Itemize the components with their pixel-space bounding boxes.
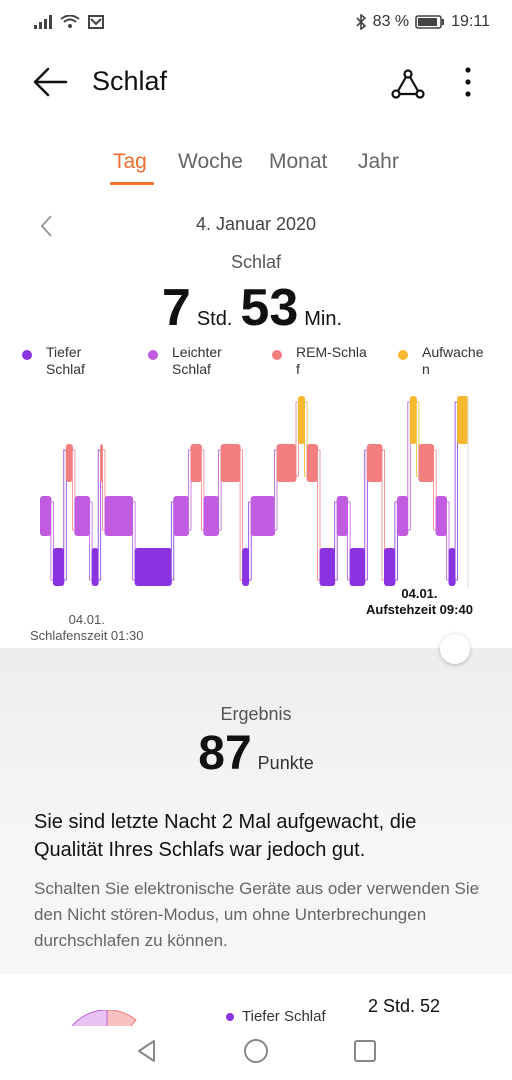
mail-icon xyxy=(88,15,104,29)
legend-label: Tiefer Schlaf xyxy=(46,344,85,377)
sleep-segment-0 xyxy=(40,496,52,536)
legend-item-tiefer-schlaf: Tiefer Schlaf xyxy=(22,344,85,378)
more-options-button[interactable] xyxy=(456,64,480,100)
battery-percent: 83 % xyxy=(372,13,410,30)
sleep-distribution-pie xyxy=(71,1010,137,1026)
tab-monat[interactable]: Monat xyxy=(269,150,327,174)
page-title: Schlaf xyxy=(92,66,168,96)
sleep-segment-25 xyxy=(435,496,447,536)
sleep-segment-15 xyxy=(298,396,306,444)
sleep-segment-11 xyxy=(220,444,241,482)
result-caption: Ergebnis xyxy=(220,704,292,724)
legend-dot xyxy=(22,350,32,360)
sleep-score: 87 Punkte xyxy=(0,726,512,781)
chart-end-date: 04.01. xyxy=(401,586,438,601)
sleep-segment-23 xyxy=(409,396,417,444)
sleep-segment-7 xyxy=(134,548,172,586)
recents-square-icon xyxy=(354,1040,376,1062)
sleep-segment-26 xyxy=(448,548,456,586)
sleep-caption: Schlaf xyxy=(230,252,282,272)
legend-label: Aufwache n xyxy=(422,344,484,377)
legend-dot xyxy=(226,1012,234,1021)
status-bar: 83 % 19:11 xyxy=(0,0,512,44)
sleep-breakdown-card: Tiefer Schlaf 2 Std. 52 xyxy=(0,986,512,1026)
score-value: 87 xyxy=(198,727,252,780)
date-navigator: 4. Januar 2020 xyxy=(0,208,512,242)
tab-woche[interactable]: Woche xyxy=(178,150,243,174)
sleep-segment-19 xyxy=(349,548,366,586)
sleep-segment-6 xyxy=(104,496,134,536)
back-arrow-icon xyxy=(33,67,68,97)
back-triangle-icon xyxy=(138,1040,155,1062)
chart-end-text: Aufstehzeit 09:40 xyxy=(366,602,473,617)
legend-item-aufwachen: Aufwache n xyxy=(398,344,483,378)
chart-start-date: 04.01. xyxy=(68,612,105,627)
signal-icon xyxy=(34,15,52,29)
sleep-stage-legend: Tiefer Schlaf Leichter Schlaf REM-Schla … xyxy=(0,344,512,384)
legend-dot xyxy=(272,350,282,360)
nav-recents-button[interactable] xyxy=(350,1036,380,1066)
sleep-segment-9 xyxy=(190,444,202,482)
tab-tag[interactable]: Tag xyxy=(113,150,147,174)
home-circle-icon xyxy=(244,1039,268,1063)
duration-hours-unit: Std. xyxy=(196,308,233,330)
sleep-segment-1 xyxy=(52,548,65,586)
bluetooth-icon xyxy=(356,14,366,30)
sleep-stage-chart xyxy=(40,396,469,588)
legend-dot xyxy=(398,350,408,360)
wifi-icon xyxy=(60,15,80,28)
sleep-segment-27 xyxy=(457,396,469,444)
sleep-segment-18 xyxy=(336,496,349,536)
result-summary: Sie sind letzte Nacht 2 Mal aufgewacht, … xyxy=(34,811,417,861)
back-button[interactable] xyxy=(30,66,70,98)
legend-item-rem-schlaf: REM-Schla f xyxy=(272,344,367,378)
sleep-segment-2 xyxy=(65,444,73,482)
sleep-segment-4 xyxy=(91,548,99,586)
breakdown-value: 2 Std. 52 xyxy=(368,996,441,1016)
breakdown-legend-label: Tiefer Schlaf xyxy=(242,1008,326,1025)
sleep-segment-16 xyxy=(306,444,318,482)
legend-label: REM-Schla f xyxy=(296,344,367,377)
sleep-segment-13 xyxy=(250,496,275,536)
result-advice: Schalten Sie elektronische Geräte aus od… xyxy=(34,879,480,950)
result-section: Ergebnis 87 Punkte Sie sind letzte Nacht … xyxy=(0,634,512,974)
share-button[interactable] xyxy=(390,66,426,102)
more-vertical-icon xyxy=(465,67,471,97)
date-label: 4. Januar 2020 xyxy=(195,214,317,234)
sleep-segment-20 xyxy=(366,444,383,482)
sleep-segment-14 xyxy=(276,444,297,482)
app-bar: Schlaf xyxy=(0,52,512,112)
section-wave-divider xyxy=(0,648,512,678)
sleep-segment-22 xyxy=(396,496,409,536)
share-icon xyxy=(391,69,425,99)
breakdown-legend-item: Tiefer Schlaf xyxy=(226,1008,326,1025)
sleep-duration: 7 Std. 53 Min. xyxy=(0,278,512,338)
duration-minutes: 53 xyxy=(240,279,299,337)
period-tabs: Tag Woche Monat Jahr xyxy=(0,140,512,190)
sleep-segment-12 xyxy=(242,548,250,586)
active-tab-indicator xyxy=(110,182,154,185)
duration-minutes-unit: Min. xyxy=(304,308,343,330)
chart-end-label: 04.01. Aufstehzeit 09:40 xyxy=(366,586,473,618)
legend-item-leichter-schlaf: Leichter Schlaf xyxy=(148,344,222,378)
nav-home-button[interactable] xyxy=(241,1036,271,1066)
timeline-slider-handle[interactable] xyxy=(440,634,470,664)
score-unit: Punkte xyxy=(257,753,314,773)
duration-hours: 7 xyxy=(161,279,191,337)
sleep-segment-24 xyxy=(418,444,435,482)
tab-jahr[interactable]: Jahr xyxy=(358,150,399,174)
legend-dot xyxy=(148,350,158,360)
status-time: 19:11 xyxy=(451,13,490,30)
sleep-segment-8 xyxy=(173,496,189,536)
sleep-segment-21 xyxy=(384,548,396,586)
nav-back-button[interactable] xyxy=(132,1036,162,1066)
sleep-segment-10 xyxy=(203,496,220,536)
system-nav-bar xyxy=(0,1026,512,1080)
battery-icon xyxy=(415,15,445,29)
sleep-segment-3 xyxy=(74,496,91,536)
legend-label: Leichter Schlaf xyxy=(172,344,222,377)
sleep-segment-17 xyxy=(319,548,336,586)
